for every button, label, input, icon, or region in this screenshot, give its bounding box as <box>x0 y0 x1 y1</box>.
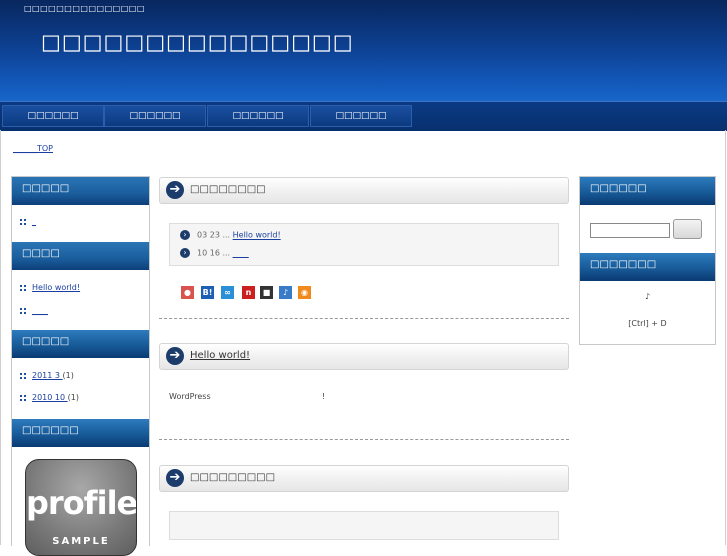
bullet-icon <box>20 218 26 225</box>
site-header: □□□□□□□□□□□□□□□ □□□□□□□□□□□□□□□ <box>0 0 727 101</box>
search-input[interactable] <box>590 223 670 238</box>
bookmark-shortcut: [Ctrl] + D <box>628 319 667 328</box>
bullet-icon <box>20 394 26 401</box>
section3-box <box>169 511 559 540</box>
recent-post-link[interactable]: ____ <box>233 249 249 258</box>
section-title: □□□□□□□□ <box>190 184 266 195</box>
global-nav: □□□□□□ □□□□□□ □□□□□□ □□□□□□ <box>0 101 727 131</box>
nav-item-1[interactable]: □□□□□□ <box>2 105 104 127</box>
arrow-right-icon: ➔ <box>166 347 184 365</box>
nav-item-2[interactable]: □□□□□□ <box>104 105 206 127</box>
bullet-icon <box>20 284 26 291</box>
hatena-icon[interactable]: B! <box>201 286 214 299</box>
list-item[interactable]: 2010 10 (1) <box>20 393 79 402</box>
arrow-right-icon: › <box>180 230 190 240</box>
section3-header: ➔ □□□□□□□□□ <box>159 465 569 492</box>
arrow-right-icon: ➔ <box>166 469 184 487</box>
search-widget-title: □□□□□□ <box>580 177 715 205</box>
recent-post-row: › 10 16 ... ____ <box>180 248 249 258</box>
list-item[interactable]: 2011 3 (1) <box>20 371 74 380</box>
bullet-icon <box>20 307 26 314</box>
divider <box>159 318 569 319</box>
recent-widget-title: □□□□ <box>12 242 149 270</box>
list-item[interactable]: _ <box>20 217 36 226</box>
bookmark-widget-title: □□□□□□□ <box>580 253 715 281</box>
arrow-right-icon: ➔ <box>166 181 184 199</box>
recent-post-link[interactable]: Hello world! <box>233 231 281 240</box>
recent-posts-box: › 03 23 ... Hello world! › 10 16 ... ____ <box>169 223 559 266</box>
profile-image: profile SAMPLE <box>25 459 137 556</box>
divider <box>159 439 569 440</box>
search-button[interactable] <box>673 219 702 239</box>
nav-item-4[interactable]: □□□□□□ <box>310 105 412 127</box>
livedoor-icon[interactable]: ♪ <box>279 286 292 299</box>
arrow-right-icon: › <box>180 248 190 258</box>
recent-posts-header: ➔ □□□□□□□□ <box>159 177 569 204</box>
list-item[interactable]: ____ <box>20 306 48 315</box>
left-sidebar: □□□□□ _ □□□□ Hello world! ____ □□□□□ 201… <box>11 176 150 556</box>
bookmark-icon[interactable]: ● <box>181 286 194 299</box>
profile-widget-title: □□□□□□ <box>12 419 149 447</box>
delicious-icon[interactable]: ■ <box>260 286 273 299</box>
bookmark-note: ♪ <box>644 292 651 301</box>
site-tagline: □□□□□□□□□□□□□□□ <box>24 4 145 13</box>
right-sidebar: □□□□□□ □□□□□□□ ♪ [Ctrl] + D <box>579 176 716 345</box>
nav-item-3[interactable]: □□□□□□ <box>207 105 309 127</box>
post-body-excl: ! <box>322 392 326 401</box>
recent-post-row: › 03 23 ... Hello world! <box>180 230 281 240</box>
bullet-icon <box>20 372 26 379</box>
post-header[interactable]: ➔ Hello world! <box>159 343 569 370</box>
buzzurl-icon[interactable]: n <box>242 286 255 299</box>
list-item[interactable]: Hello world! <box>20 283 80 292</box>
section-title: □□□□□□□□□ <box>190 472 276 483</box>
post-body-text: WordPress <box>169 392 211 401</box>
post-title-link[interactable]: Hello world! <box>190 350 250 361</box>
archive-widget-title: □□□□□ <box>12 330 149 358</box>
site-title[interactable]: □□□□□□□□□□□□□□□ <box>41 30 354 54</box>
rss-icon[interactable]: ◉ <box>298 286 311 299</box>
breadcrumb[interactable]: ______TOP <box>13 144 53 153</box>
category-widget-title: □□□□□ <box>12 177 149 205</box>
link-icon[interactable]: ∞ <box>221 286 234 299</box>
